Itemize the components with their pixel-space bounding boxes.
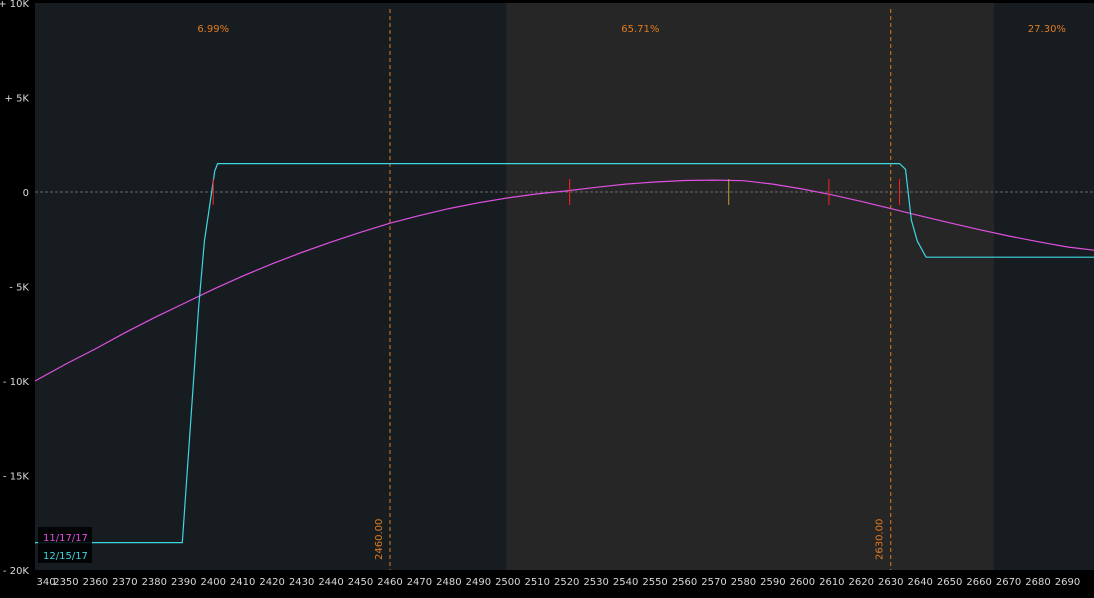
- x-tick-label-26: 2600: [790, 577, 815, 588]
- y-tick-label-2: 0: [23, 188, 29, 199]
- y-tick-label-1: + 5K: [5, 94, 30, 105]
- x-tick-label-18: 2520: [554, 577, 579, 588]
- x-tick-label-34: 2680: [1025, 577, 1050, 588]
- y-tick-label-3: - 5K: [9, 283, 29, 294]
- x-tick-label-27: 2610: [819, 577, 844, 588]
- x-tick-label-33: 2670: [996, 577, 1021, 588]
- strike-label-1: 2630.00: [875, 519, 886, 560]
- y-tick-label-6: - 20K: [3, 566, 30, 577]
- x-tick-label-10: 2440: [318, 577, 343, 588]
- x-tick-label-16: 2500: [495, 577, 520, 588]
- probability-label-2: 27.30%: [1028, 24, 1066, 35]
- x-tick-label-4: 2380: [142, 577, 167, 588]
- x-tick-label-5: 2390: [171, 577, 196, 588]
- x-tick-label-19: 2530: [583, 577, 608, 588]
- x-tick-label-20: 2540: [613, 577, 638, 588]
- y-tick-label-0: + 10K: [0, 0, 29, 10]
- risk-profile-chart[interactable]: 2460.00 2630.00 6.99% 65.71% 27.30% + 10K + …: [0, 0, 1094, 598]
- x-tick-label-22: 2560: [672, 577, 697, 588]
- x-tick-label-15: 2490: [466, 577, 491, 588]
- x-tick-label-25: 2590: [760, 577, 785, 588]
- x-tick-label-13: 2470: [407, 577, 432, 588]
- x-tick-label-7: 2410: [230, 577, 255, 588]
- x-tick-label-21: 2550: [642, 577, 667, 588]
- x-tick-label-14: 2480: [436, 577, 461, 588]
- x-tick-label-24: 2580: [731, 577, 756, 588]
- y-tick-label-5: - 15K: [3, 472, 30, 483]
- y-tick-label-4: - 10K: [3, 377, 30, 388]
- x-tick-label-9: 2430: [289, 577, 314, 588]
- x-tick-label-32: 2660: [966, 577, 991, 588]
- x-tick-label-29: 2630: [878, 577, 903, 588]
- legend-item-0: 11/17/17: [43, 533, 88, 544]
- x-tick-label-8: 2420: [259, 577, 284, 588]
- x-tick-label-35: 2690: [1055, 577, 1080, 588]
- x-tick-label-1: 2350: [53, 577, 78, 588]
- x-tick-label-30: 2640: [907, 577, 932, 588]
- x-tick-label-28: 2620: [849, 577, 874, 588]
- x-tick-label-2: 2360: [83, 577, 108, 588]
- x-tick-label-11: 2450: [348, 577, 373, 588]
- x-tick-label-31: 2650: [937, 577, 962, 588]
- x-tick-label-12: 2460: [377, 577, 402, 588]
- x-tick-label-3: 2370: [112, 577, 137, 588]
- legend: 11/17/17 12/15/17: [38, 527, 92, 563]
- probability-band: [506, 3, 994, 570]
- probability-label-1: 65.71%: [621, 24, 659, 35]
- x-tick-label-17: 2510: [525, 577, 550, 588]
- probability-label-0: 6.99%: [197, 24, 229, 35]
- x-tick-label-6: 2400: [200, 577, 225, 588]
- x-tick-label-23: 2570: [701, 577, 726, 588]
- legend-item-1: 12/15/17: [43, 551, 88, 562]
- strike-label-0: 2460.00: [374, 519, 385, 560]
